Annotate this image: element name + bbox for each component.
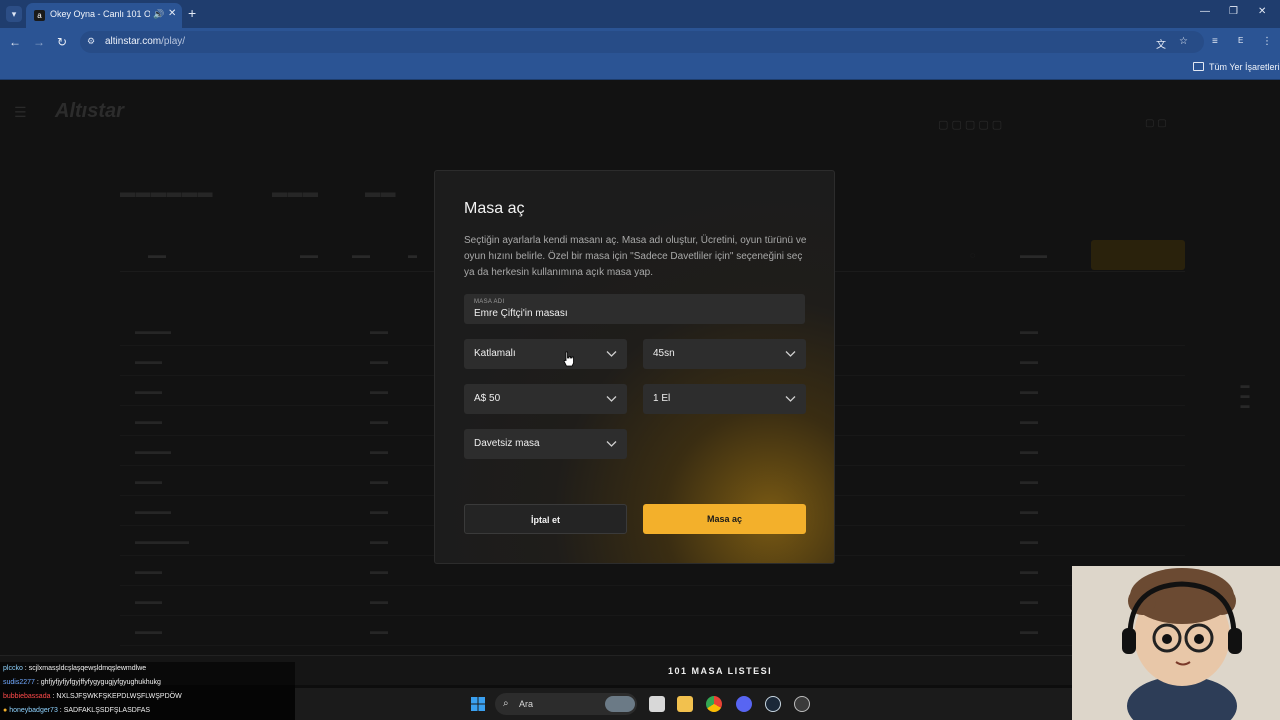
back-icon[interactable]: ← <box>9 35 21 49</box>
chevron-down-icon <box>606 351 617 357</box>
table-list-title: 101 MASA LISTESI <box>668 666 773 676</box>
hands-value: 1 El <box>653 393 671 404</box>
site-logo: Altıstar <box>55 100 124 122</box>
table-name-label: MASA ADI <box>474 299 505 305</box>
browser-tabstrip: ▾ a Okey Oyna - Canlı 101 Oke 🔊 ✕ + — ❐ … <box>0 0 1280 28</box>
app-icon[interactable] <box>794 696 810 712</box>
taskbar-search[interactable]: ⌕ Ara <box>495 693 637 715</box>
chat-text: scjlxmasşldcşlaşqewşldmqşlewmdlwe <box>28 665 147 672</box>
hamburger-icon: ☰ <box>14 104 27 120</box>
table-name-field[interactable]: MASA ADI Emre Çiftçi'in masası <box>464 294 805 324</box>
side-label-dimmed: ▬▬▬ <box>1240 380 1250 410</box>
windows-taskbar: ⌕ Ara <box>295 688 1072 720</box>
speaker-icon[interactable]: 🔊 <box>153 9 164 20</box>
hands-select[interactable]: 1 El <box>643 384 806 414</box>
search-highlight-image <box>605 696 635 712</box>
nav-tab-1: ▬▬▬▬▬▬ <box>120 184 213 201</box>
chat-user: honeybadger73 <box>9 707 58 714</box>
duration-value: 45sn <box>653 348 675 359</box>
privacy-value: Davetsiz masa <box>474 438 540 449</box>
bookmarks-bar: Tüm Yer İşaretleri <box>0 56 1280 80</box>
profile-avatar[interactable]: E <box>1238 36 1243 45</box>
duration-select[interactable]: 45sn <box>643 339 806 369</box>
privacy-select[interactable]: Davetsiz masa <box>464 429 627 459</box>
nav-tab-2: ▬▬▬ <box>272 184 319 201</box>
close-window-button[interactable]: ✕ <box>1258 6 1266 17</box>
chat-message: plccko : scjlxmasşldcşlaşqewşldmqşlewmdl… <box>3 665 147 672</box>
create-table-button[interactable]: Masa aç <box>643 504 806 534</box>
chat-message: sudis2277 : ghfjyfjyfjyfgyjffyfygygugjyf… <box>3 679 161 686</box>
translate-icon[interactable]: 文 <box>1156 36 1166 51</box>
url-text: altinstar.com/play/ <box>105 36 185 47</box>
browser-toolbar: ← → ↻ ⚙ altinstar.com/play/ 文 ☆ ≡ E ⋮ <box>0 28 1280 56</box>
balance-area: ▢ ▢ <box>1145 118 1167 129</box>
screen: ▾ a Okey Oyna - Canlı 101 Oke 🔊 ✕ + — ❐ … <box>0 0 1280 720</box>
chat-text: NXLSJFŞWKFŞKEPDLWŞFLWŞPDÖW <box>56 693 182 700</box>
chevron-down-icon <box>606 441 617 447</box>
chat-user: bubbiebassada <box>3 693 51 700</box>
fee-select[interactable]: A$ 50 <box>464 384 627 414</box>
menu-icon[interactable]: ⋮ <box>1262 36 1272 47</box>
tab-search-button[interactable]: ▾ <box>6 6 22 22</box>
modal-title: Masa aç <box>464 200 525 217</box>
site-info-icon[interactable]: ⚙ <box>87 36 95 47</box>
all-bookmarks-link[interactable]: Tüm Yer İşaretleri <box>1209 62 1280 72</box>
chat-user: sudis2277 <box>3 679 35 686</box>
search-icon: ⌕ <box>503 698 509 709</box>
new-tab-button[interactable]: + <box>188 5 196 21</box>
browser-tab[interactable]: a Okey Oyna - Canlı 101 Oke 🔊 ✕ <box>26 3 182 28</box>
url-host: altinstar.com <box>105 36 162 47</box>
table-name-input[interactable]: Emre Çiftçi'in masası <box>474 308 568 319</box>
reload-icon[interactable]: ↻ <box>57 35 67 49</box>
task-view-icon[interactable] <box>649 696 665 712</box>
chevron-down-icon <box>785 351 796 357</box>
folder-icon <box>1193 62 1204 71</box>
user-area: ▢ ▢ ▢ ▢ ▢ <box>938 119 1003 131</box>
restore-button[interactable]: ❐ <box>1229 6 1238 17</box>
chat-message: ● honeybadger73 : SADFAKLŞSDFŞLASDFAS <box>3 707 151 714</box>
close-tab-icon[interactable]: ✕ <box>168 8 176 19</box>
file-explorer-icon[interactable] <box>677 696 693 712</box>
bookmark-star-icon[interactable]: ☆ <box>1179 36 1188 47</box>
url-path: /play/ <box>161 36 186 47</box>
steam-icon[interactable] <box>765 696 781 712</box>
fee-value: A$ 50 <box>474 393 501 404</box>
game-type-select[interactable]: Katlamalı <box>464 339 627 369</box>
media-controls-icon[interactable]: ≡ <box>1212 36 1218 47</box>
taskbar-search-placeholder: Ara <box>519 699 534 709</box>
modal-description: Seçtiğin ayarlarla kendi masanı aç. Masa… <box>464 235 807 278</box>
site-favicon: a <box>34 10 45 21</box>
chat-user: plccko <box>3 665 23 672</box>
tab-title: Okey Oyna - Canlı 101 Oke <box>50 9 150 19</box>
nav-tab-3: ▬▬ <box>365 184 396 201</box>
chat-text: ghfjyfjyfjyfgyjffyfygygugjyfgyughukhukg <box>40 679 161 686</box>
chevron-down-icon <box>606 396 617 402</box>
address-bar[interactable]: ⚙ altinstar.com/play/ 文 ☆ <box>80 31 1204 53</box>
webcam-overlay <box>1072 566 1280 720</box>
create-table-button-dimmed <box>1091 240 1185 270</box>
warning-icon: ● <box>3 707 8 714</box>
hand-cursor-icon <box>563 351 574 367</box>
forward-icon[interactable]: → <box>33 35 45 49</box>
discord-icon[interactable] <box>736 696 752 712</box>
stream-chat-overlay: plccko : scjlxmasşldcşlaşqewşldmqşlewmdl… <box>0 662 295 720</box>
create-table-modal: Masa aç Seçtiğin ayarlarla kendi masanı … <box>434 170 835 564</box>
windows-start-icon[interactable] <box>470 696 486 712</box>
chat-message: bubbiebassada : NXLSJFŞWKFŞKEPDLWŞFLWŞPD… <box>3 693 182 700</box>
game-type-value: Katlamalı <box>474 348 516 359</box>
cancel-button[interactable]: İptal et <box>464 504 627 534</box>
chevron-down-icon <box>785 396 796 402</box>
chat-text: SADFAKLŞSDFŞLASDFAS <box>63 707 151 714</box>
plush-toy-image <box>1072 566 1280 720</box>
minimize-button[interactable]: — <box>1200 6 1210 17</box>
chrome-icon[interactable] <box>706 696 722 712</box>
